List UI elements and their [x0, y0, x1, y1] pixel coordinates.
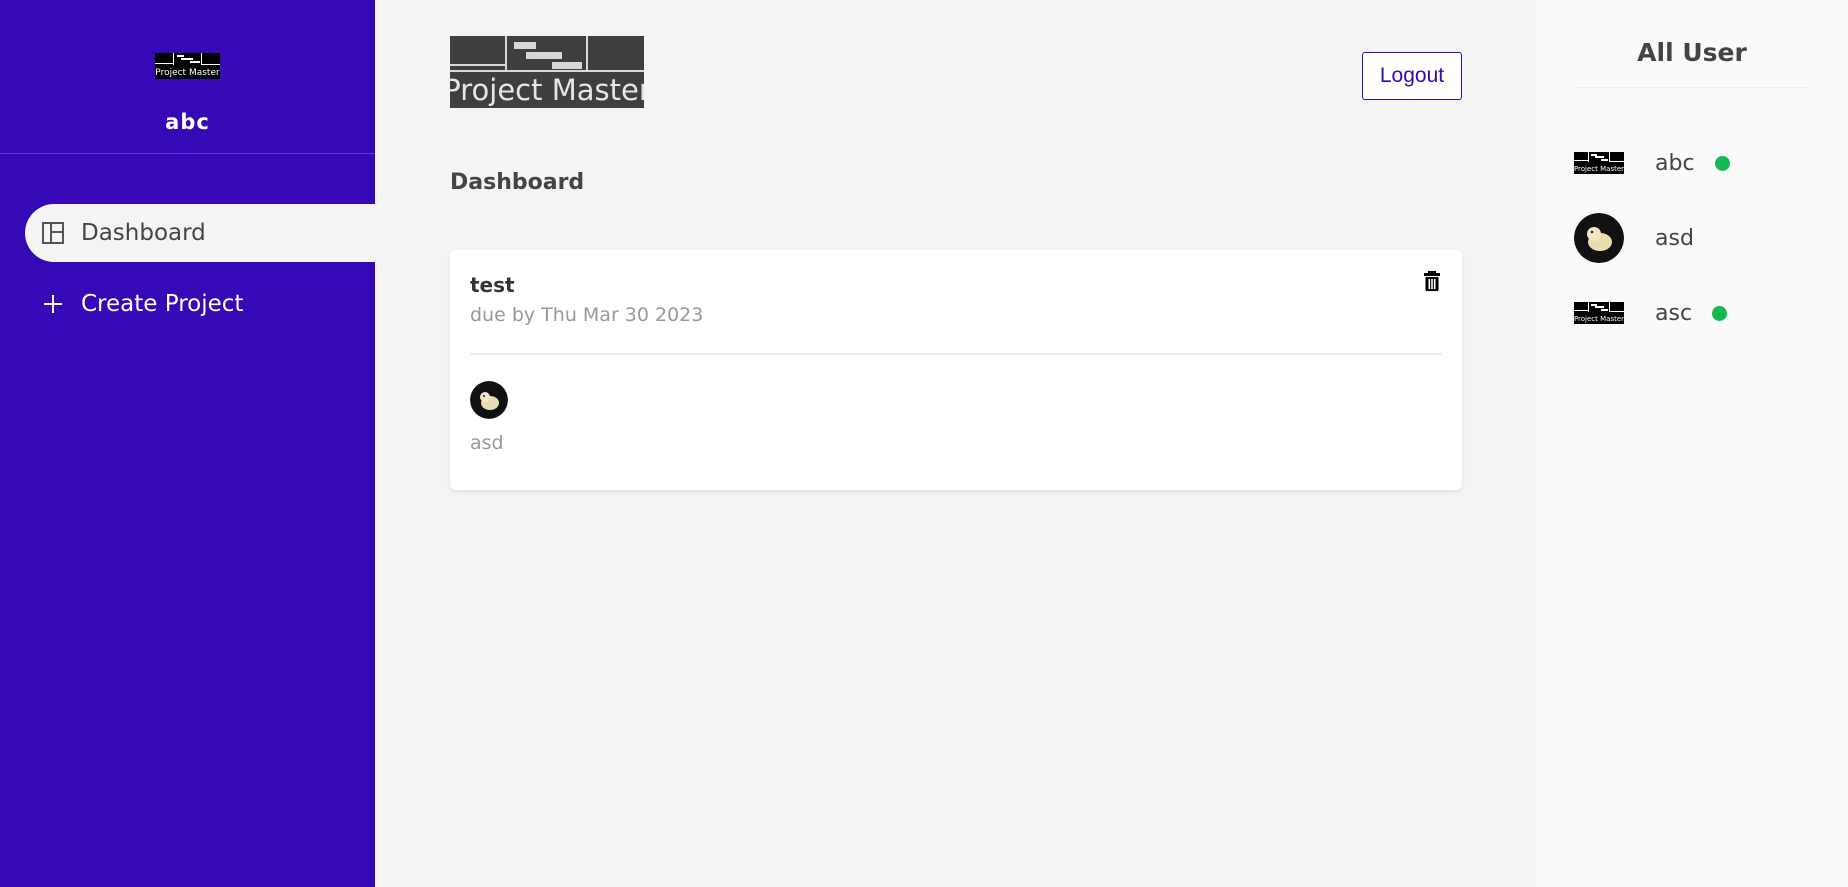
sidebar-logo: Project Master: [155, 53, 220, 79]
online-status-indicator: [1712, 305, 1728, 321]
svg-text:Project Master: Project Master: [155, 68, 220, 78]
sidebar-item-dashboard[interactable]: Dashboard: [25, 204, 375, 262]
user-list-item[interactable]: asd: [1574, 213, 1810, 263]
dashboard-icon: [41, 221, 65, 245]
user-name: abc: [1655, 150, 1695, 176]
app-root: Project Master abc Dashboard Create Proj…: [0, 0, 1848, 887]
sidebar-user-card: Project Master abc: [0, 0, 375, 154]
project-card[interactable]: test due by Thu Mar 30 2023 asd: [450, 250, 1462, 490]
avatar[interactable]: [470, 381, 508, 419]
sidebar-username: abc: [165, 110, 210, 134]
svg-text:Project Master: Project Master: [450, 73, 644, 107]
user-panel-title: All User: [1637, 38, 1747, 67]
avatar: Project Master: [1574, 152, 1624, 174]
avatar: Project Master: [1574, 302, 1624, 324]
user-list-item[interactable]: Project Master abc: [1574, 138, 1810, 188]
user-list-item[interactable]: Project Master asc: [1574, 288, 1810, 338]
user-panel: All User Project Master abc asd Project …: [1536, 0, 1848, 887]
assignee-name: asd: [470, 432, 504, 454]
project-title: test: [470, 273, 515, 297]
sidebar: Project Master abc Dashboard Create Proj…: [0, 0, 375, 887]
app-logo: Project Master: [450, 36, 644, 108]
plus-icon: [41, 292, 65, 316]
sidebar-item-label: Dashboard: [81, 220, 206, 246]
page-title: Dashboard: [450, 170, 585, 195]
sidebar-item-label: Create Project: [81, 291, 244, 317]
card-divider: [470, 353, 1442, 355]
trash-icon[interactable]: [1422, 270, 1442, 292]
svg-text:Project Master: Project Master: [1574, 315, 1624, 323]
svg-text:Project Master: Project Master: [1574, 165, 1624, 173]
user-name: asd: [1655, 225, 1694, 251]
sidebar-nav: Dashboard Create Project: [0, 204, 375, 333]
project-due-date: due by Thu Mar 30 2023: [470, 304, 704, 326]
main-content: Project Master Logout Dashboard test due…: [375, 0, 1536, 887]
avatar: [1574, 213, 1624, 263]
user-name: asc: [1655, 300, 1693, 326]
logout-button[interactable]: Logout: [1362, 52, 1462, 100]
sidebar-item-create-project[interactable]: Create Project: [25, 275, 375, 333]
online-status-indicator: [1714, 155, 1730, 171]
panel-divider: [1574, 87, 1810, 88]
